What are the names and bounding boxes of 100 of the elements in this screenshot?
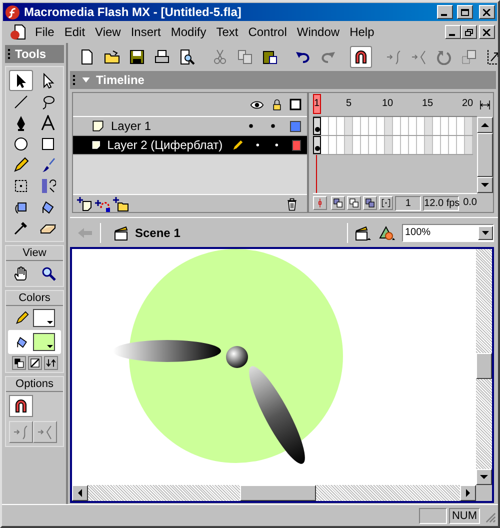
document-restore-button[interactable] [461, 25, 477, 39]
onion-skin-button[interactable] [331, 196, 346, 210]
menu-item[interactable]: View [90, 23, 126, 41]
color-swatch[interactable] [32, 333, 54, 351]
menu-item[interactable]: File [30, 23, 60, 41]
scroll-up-button[interactable] [477, 117, 493, 133]
scroll-right-button[interactable] [460, 485, 476, 501]
swap-arrows-icon [46, 358, 56, 368]
swap-colors-button[interactable] [44, 356, 58, 370]
gradient-transform-icon [40, 178, 56, 194]
magnet-icon [13, 398, 29, 414]
scroll-thumb[interactable] [476, 353, 492, 379]
dropdown-arrow-icon [46, 321, 52, 325]
menu-item[interactable]: Window [292, 23, 345, 41]
insert-layer-button[interactable] [77, 196, 93, 212]
frame-cell[interactable] [425, 117, 433, 135]
edit-symbol-button[interactable] [378, 224, 396, 240]
frame-cell[interactable] [465, 136, 473, 154]
close-button[interactable] [479, 5, 495, 19]
frame-cell[interactable] [345, 117, 353, 135]
scrollbar-corner [476, 485, 492, 501]
minimize-button[interactable] [437, 5, 453, 19]
layer-color-swatch[interactable] [292, 140, 301, 150]
add-layer-icon [77, 196, 93, 212]
layer-icon [91, 119, 105, 133]
straighten-icon [411, 49, 427, 65]
menu-item[interactable]: Control [243, 23, 292, 41]
scroll-thumb[interactable] [240, 485, 316, 501]
frame-cell[interactable] [465, 117, 473, 135]
layer-name: Layer 1 [111, 118, 152, 135]
close-icon [483, 28, 491, 36]
maximize-button[interactable] [457, 5, 473, 19]
onion-outlines-button[interactable] [347, 196, 362, 210]
transform-icon [12, 178, 29, 194]
smooth-icon [13, 424, 29, 440]
menu-item[interactable]: Insert [126, 23, 166, 41]
status-panel [418, 508, 447, 524]
frame-cell[interactable] [345, 136, 353, 154]
frame-cell[interactable] [385, 117, 393, 135]
frame-view-menu-icon [479, 99, 491, 111]
document-close-button[interactable] [479, 25, 495, 39]
keyframe-icon [314, 127, 320, 132]
frame-rate: 12.0 fps [423, 196, 460, 210]
pencil-icon [14, 311, 28, 325]
document-minimize-button[interactable] [445, 25, 461, 39]
frame-number: 5 [346, 98, 352, 110]
straighten-icon [37, 424, 53, 440]
collapse-triangle-icon [81, 75, 91, 85]
stacked-squares-icon [333, 198, 344, 208]
insert-folder-button[interactable] [113, 196, 129, 212]
scroll-down-button[interactable] [476, 469, 492, 485]
arrow-tool[interactable] [8, 70, 33, 91]
shapes-icon [378, 224, 396, 240]
frame-ruler[interactable]: 1 5 10 15 20 [313, 93, 477, 117]
scroll-down-button[interactable] [477, 177, 493, 193]
vertical-scrollbar[interactable] [476, 249, 492, 485]
frame-cell[interactable] [385, 136, 393, 154]
clapperboard-icon [113, 224, 129, 240]
magnet-option[interactable] [9, 395, 33, 417]
print-preview-icon [179, 49, 195, 65]
paste-icon [262, 49, 278, 65]
onion-markers-button[interactable] [379, 196, 394, 210]
pencil-icon [230, 138, 244, 152]
edit-scene-button[interactable] [354, 224, 372, 240]
down-arrow-icon [481, 183, 489, 187]
menu-item[interactable]: Modify [166, 23, 212, 41]
magnet-button[interactable] [350, 46, 372, 68]
square-icon [40, 136, 56, 152]
menu-item[interactable]: Text [211, 23, 244, 41]
frame-grid[interactable] [313, 117, 473, 155]
open-folder-icon [104, 49, 120, 65]
layer-color-swatch[interactable] [290, 120, 301, 132]
keyframe-cell[interactable] [313, 136, 321, 154]
circle-icon [12, 136, 29, 152]
current-frame: 1 [395, 196, 422, 210]
vertical-scrollbar[interactable] [477, 117, 493, 193]
keyframe-cell[interactable] [313, 117, 321, 135]
edit-multiple-frames-button[interactable] [363, 196, 378, 210]
playhead[interactable] [313, 94, 321, 114]
default-colors-button[interactable] [12, 356, 26, 370]
menu-item[interactable]: Help [344, 23, 380, 41]
close-icon [483, 8, 491, 16]
dropdown-arrow-icon [46, 345, 52, 349]
scroll-thumb[interactable] [477, 133, 493, 177]
zoom-dropdown[interactable]: 100% [402, 224, 494, 242]
section-title: View [6, 246, 63, 261]
dropdown-arrow-icon [482, 230, 489, 234]
layer-icon [91, 138, 102, 152]
window-title: Macromedia Flash MX - [Untitled-5.fla] [24, 4, 242, 21]
scroll-left-button[interactable] [72, 485, 88, 501]
layer-row[interactable]: Layer 2 (Циферблат) [73, 136, 307, 155]
delete-layer-button[interactable] [285, 196, 299, 210]
center-frame-button[interactable] [313, 196, 327, 210]
paint-bucket-control[interactable] [8, 330, 61, 354]
no-color-button[interactable] [28, 356, 42, 370]
horizontal-scrollbar[interactable] [72, 485, 476, 501]
color-swatch[interactable] [32, 309, 54, 327]
frame-cell[interactable] [425, 136, 433, 154]
menu-item[interactable]: Edit [59, 23, 90, 41]
smooth-icon [386, 49, 402, 65]
